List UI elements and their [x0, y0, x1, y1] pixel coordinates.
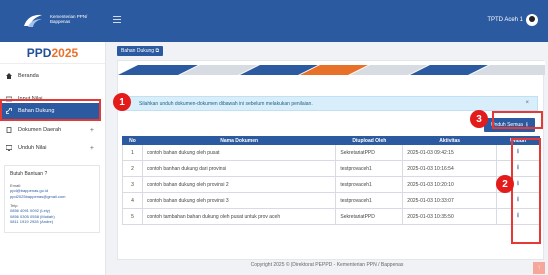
user-menu[interactable]: TPTD Aceh 1	[487, 14, 538, 26]
copy-icon	[6, 127, 12, 133]
avatar[interactable]	[526, 14, 538, 26]
column-header: No	[122, 136, 143, 145]
annotation-marker-2: 2	[496, 175, 514, 193]
email-link[interactable]: ppd2025bappenas@gmail.com	[10, 194, 94, 200]
home-icon	[6, 73, 12, 79]
documents-table: No Nama Dokumen Diupload Oleh Aktivitas …	[122, 136, 540, 225]
download-icon[interactable]: ⭳	[496, 192, 540, 209]
table-header-row: No Nama Dokumen Diupload Oleh Aktivitas …	[122, 136, 540, 145]
logo[interactable]: Kementerian PPN/ Bappenas	[0, 0, 106, 42]
help-title: Butuh Bantuan ?	[10, 171, 48, 177]
table-row: 5 contoh tambahan bahan dukung oleh pusa…	[122, 208, 540, 225]
content-card: Silahkan unduh dokumen-dokumen dibawah i…	[117, 60, 545, 260]
sidebar-item-beranda[interactable]: Beranda	[0, 68, 106, 84]
hamburger-menu-icon[interactable]	[113, 16, 121, 23]
expand-icon[interactable]: +	[90, 127, 94, 134]
column-header: Diupload Oleh	[335, 136, 404, 145]
main-content: Bahan Dukung ⧉ Silahkan unduh dokumen-do…	[106, 42, 548, 275]
column-header: Nama Dokumen	[141, 136, 337, 145]
sidebar-item-dokumen-daerah[interactable]: Dokumen Daerah +	[0, 122, 106, 138]
footer: Copyright 2025 © |Direktorat PEPPD - Kem…	[106, 262, 548, 275]
table-row: 4 contoh bahan dukung oleh provinsi 3 te…	[122, 192, 540, 209]
brand-title: PPD 2025	[0, 42, 105, 64]
sidebar-item-label: Unduh Nilai	[18, 145, 47, 151]
bappenas-logo-icon	[24, 14, 42, 27]
logo-text-line2: Bappenas	[50, 19, 71, 24]
sidebar-item-bahan-dukung[interactable]: Bahan Dukung	[0, 103, 101, 119]
alert-text: Silahkan unduh dokumen-dokumen dibawah i…	[139, 101, 313, 107]
decorative-banner	[118, 61, 545, 75]
annotation-marker-3: 3	[470, 110, 488, 128]
table-row: 3 contoh bahan dukung oleh provinsi 2 te…	[122, 176, 540, 193]
footer-text: Copyright 2025 © |Direktorat PEPPD - Kem…	[250, 262, 404, 268]
sidebar-item-unduh-nilai[interactable]: Unduh Nilai +	[0, 140, 106, 156]
download-icon[interactable]: ⭳	[496, 144, 540, 161]
close-icon[interactable]: ×	[525, 100, 529, 106]
sidebar-item-label: Beranda	[18, 73, 39, 79]
table-row: 1 contoh bahan dukung oleh pusat Sekreta…	[122, 144, 540, 161]
download-all-button[interactable]: Unduh Semua ⭳	[484, 118, 535, 132]
column-header: Unduh	[496, 136, 540, 145]
user-name: TPTD Aceh 1	[487, 17, 523, 23]
external-link-icon: ⧉	[155, 48, 160, 54]
link-icon	[6, 108, 12, 114]
phone-link[interactable]: 0811 1919 2928 (Andre)	[10, 219, 94, 225]
scroll-top-icon[interactable]: ↑	[533, 262, 545, 274]
table-row: 2 contoh banhan dukung dari provinsi tes…	[122, 160, 540, 177]
monitor-icon	[6, 145, 12, 151]
keyboard-icon	[6, 96, 12, 102]
expand-icon[interactable]: +	[90, 145, 94, 152]
top-bar: Kementerian PPN/ Bappenas TPTD Aceh 1	[0, 0, 548, 42]
sidebar: PPD 2025 Beranda Input Nilai Bahan Dukung…	[0, 42, 106, 275]
column-header: Aktivitas	[402, 136, 498, 145]
sidebar-item-label: Bahan Dukung	[18, 108, 55, 114]
sidebar-item-label: Input Nilai	[18, 96, 43, 102]
download-icon[interactable]: ⭳	[496, 208, 540, 225]
tab-bahan-dukung[interactable]: Bahan Dukung ⧉	[117, 46, 164, 56]
info-alert: Silahkan unduh dokumen-dokumen dibawah i…	[122, 96, 538, 111]
download-icon: ⭳	[525, 122, 529, 128]
annotation-marker-1: 1	[113, 93, 131, 111]
help-box: Butuh Bantuan ? Email: ppd@bappenas.go.i…	[4, 165, 100, 233]
sidebar-item-label: Dokumen Daerah	[18, 127, 62, 133]
